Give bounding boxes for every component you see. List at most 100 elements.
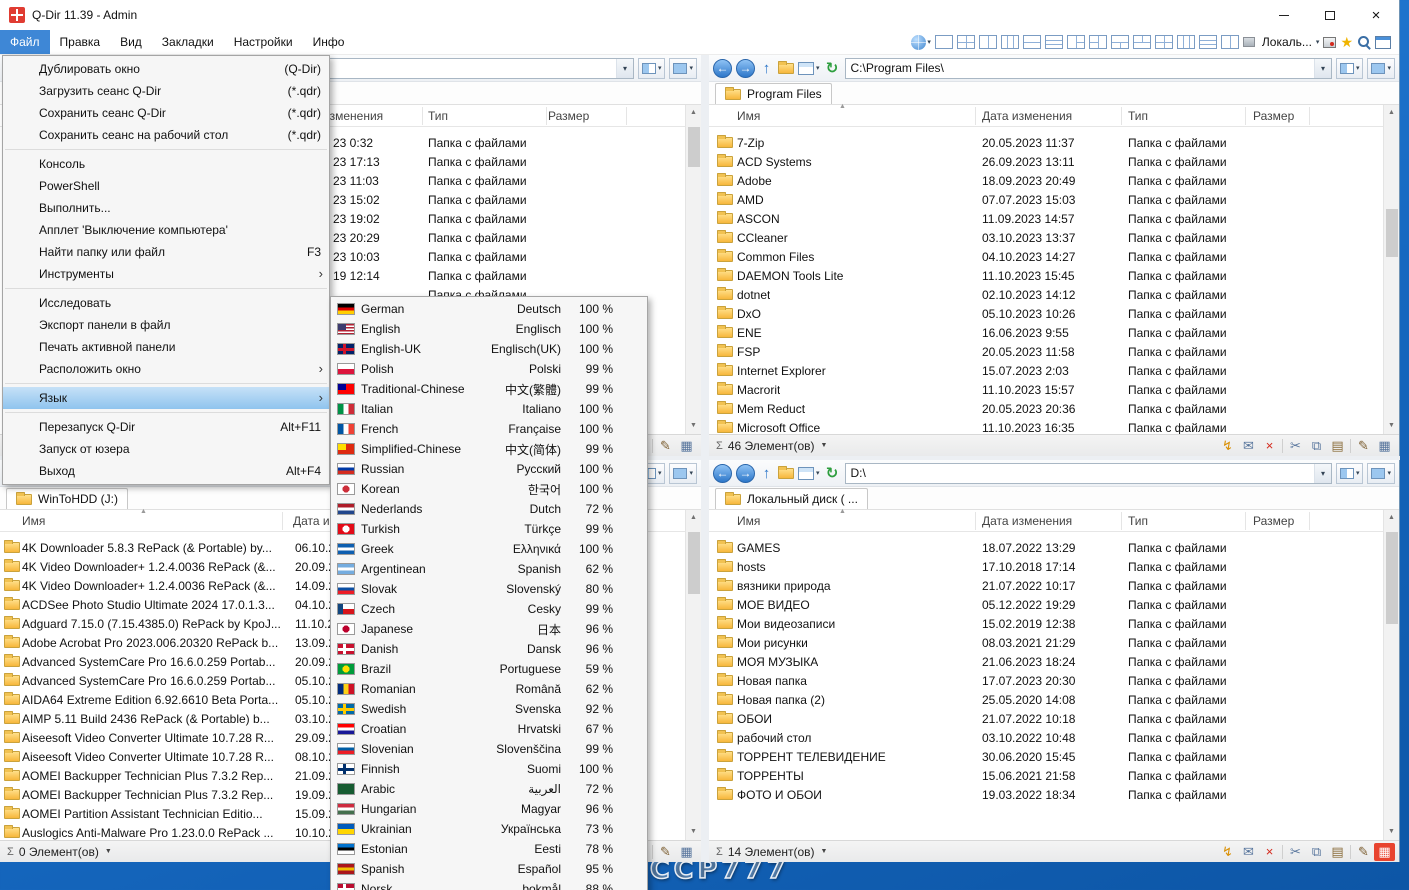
file-row[interactable]: Новая папка 17.07.2023 20:30 Папка с файла… — [709, 671, 1383, 690]
file-menu-item[interactable]: Исследовать — [3, 292, 329, 314]
language-menu-item[interactable]: Japanese 日本 96 % — [331, 619, 647, 639]
layout-three-rows-icon[interactable] — [1044, 35, 1063, 49]
layout-quad-icon[interactable] — [956, 35, 975, 49]
locale-dropdown[interactable]: Локаль... ▾ — [1259, 35, 1320, 49]
column-divider[interactable] — [1245, 107, 1246, 125]
minimize-button[interactable] — [1261, 0, 1307, 30]
menubar-item-Файл[interactable]: Файл — [0, 30, 50, 54]
status-mail-icon[interactable]: ✉ — [1238, 843, 1259, 861]
file-menu-item[interactable]: Язык › — [3, 387, 329, 409]
favorites-star-icon[interactable]: ★ — [1340, 35, 1353, 49]
file-row[interactable]: FSP 20.05.2023 11:58 Папка с файлами — [709, 342, 1383, 361]
language-menu-item[interactable]: Norsk bokmål 88 % — [331, 879, 647, 890]
panel-layout-button-2[interactable]: ▾ — [669, 462, 697, 484]
language-menu-item[interactable]: Slovak Slovenský 80 % — [331, 579, 647, 599]
file-row[interactable]: Mem Reduct 20.05.2023 20:36 Папка с файлам… — [709, 399, 1383, 418]
file-menu-item[interactable]: Найти папку или файл F3 — [3, 241, 329, 263]
file-row[interactable]: AMD 07.07.2023 15:03 Папка с файлами — [709, 190, 1383, 209]
panel-layout-button-1[interactable]: ▾ — [1335, 462, 1364, 484]
file-row[interactable]: ТОРРЕНТ ТЕЛЕВИДЕНИЕ 30.06.2020 15:45 Папка… — [709, 747, 1383, 766]
language-menu-item[interactable]: Hungarian Magyar 96 % — [331, 799, 647, 819]
file-menu-item[interactable]: Печать активной панели — [3, 336, 329, 358]
column-header[interactable]: Размер — [1253, 109, 1294, 123]
status-edit-icon[interactable]: ✎ — [1353, 437, 1374, 455]
language-menu-item[interactable]: Nederlands Dutch 72 % — [331, 499, 647, 519]
layout-left-main-icon[interactable] — [1066, 35, 1085, 49]
vertical-scrollbar[interactable]: ▲ ▼ — [685, 105, 701, 434]
status-paste-icon[interactable]: ▤ — [1327, 843, 1348, 861]
language-menu-item[interactable]: Argentinean Spanish 62 % — [331, 559, 647, 579]
column-divider[interactable] — [1245, 512, 1246, 530]
language-menu-item[interactable]: Turkish Türkçe 99 % — [331, 519, 647, 539]
status-cut-icon[interactable]: ✂ — [1285, 437, 1306, 455]
language-menu-item[interactable]: Greek Ελληνικά 100 % — [331, 539, 647, 559]
file-menu-item[interactable]: Инструменты › — [3, 263, 329, 285]
column-divider[interactable] — [1309, 107, 1310, 125]
status-delete-icon[interactable]: × — [1259, 843, 1280, 861]
locale-plug-icon[interactable] — [1242, 37, 1255, 47]
language-menu-item[interactable]: Polish Polski 99 % — [331, 359, 647, 379]
language-menu-item[interactable]: Danish Dansk 96 % — [331, 639, 647, 659]
file-row[interactable]: МОЕ ВИДЕО 05.12.2022 19:29 Папка с файлами — [709, 595, 1383, 614]
file-row[interactable]: Macrorit 11.10.2023 15:57 Папка с файлами — [709, 380, 1383, 399]
scroll-thumb[interactable] — [688, 532, 700, 594]
language-menu-item[interactable]: Croatian Hrvatski 67 % — [331, 719, 647, 739]
status-grid-icon[interactable]: ▦ — [676, 843, 697, 861]
file-menu-item[interactable]: Сохранить сеанс Q-Dir (*.qdr) — [3, 102, 329, 124]
file-menu-item[interactable]: Перезапуск Q-Dir Alt+F11 — [3, 416, 329, 438]
column-divider[interactable] — [1309, 512, 1310, 530]
file-row[interactable]: Adobe 18.09.2023 20:49 Папка с файлами — [709, 171, 1383, 190]
combo-dropdown-icon[interactable]: ▾ — [615, 58, 633, 78]
vertical-scrollbar[interactable]: ▲ ▼ — [1383, 105, 1399, 434]
language-menu-item[interactable]: Korean 한국어 100 % — [331, 479, 647, 499]
language-menu-item[interactable]: Slovenian Slovenščina 99 % — [331, 739, 647, 759]
language-menu-item[interactable]: Finnish Suomi 100 % — [331, 759, 647, 779]
column-header[interactable]: Дата изменения — [982, 109, 1072, 123]
language-menu-item[interactable]: Arabic العربية 72 % — [331, 779, 647, 799]
desktop-window-icon[interactable] — [1375, 35, 1391, 49]
file-row[interactable]: ФОТО И ОБОИ 19.03.2022 18:34 Папка с файла… — [709, 785, 1383, 804]
file-row[interactable]: ОБОИ 21.07.2022 10:18 Папка с файлами — [709, 709, 1383, 728]
file-menu-item[interactable]: Консоль — [3, 153, 329, 175]
magnifier-icon[interactable] — [1357, 35, 1371, 49]
maximize-button[interactable] — [1307, 0, 1353, 30]
file-row[interactable]: Common Files 04.10.2023 14:27 Папка с файл… — [709, 247, 1383, 266]
file-row[interactable]: ASCON 11.09.2023 14:57 Папка с файлами — [709, 209, 1383, 228]
status-delete-icon[interactable]: × — [1259, 437, 1280, 455]
language-menu-item[interactable]: English-UK Englisch(UK) 100 % — [331, 339, 647, 359]
scroll-down-icon[interactable]: ▼ — [686, 824, 701, 840]
file-row[interactable]: 7-Zip 20.05.2023 11:37 Папка с файлами — [709, 133, 1383, 152]
column-divider[interactable] — [975, 107, 976, 125]
status-copy-icon[interactable]: ⧉ — [1306, 843, 1327, 861]
scroll-up-icon[interactable]: ▲ — [1384, 105, 1399, 121]
file-menu-item[interactable]: Экспорт панели в файл — [3, 314, 329, 336]
language-menu-item[interactable]: Romanian Română 62 % — [331, 679, 647, 699]
views-button[interactable]: ▾ — [798, 466, 820, 480]
layout-three-cols-icon[interactable] — [1000, 35, 1019, 49]
file-row[interactable]: Новая папка (2) 25.05.2020 14:08 Папка с ф… — [709, 690, 1383, 709]
status-edit-icon[interactable]: ✎ — [655, 437, 676, 455]
menubar-item-Вид[interactable]: Вид — [110, 30, 152, 54]
layout-right-main-icon[interactable] — [1088, 35, 1107, 49]
panel-layout-button-2[interactable]: ▾ — [669, 57, 697, 79]
folder-shortcut-button[interactable] — [778, 60, 794, 74]
file-row[interactable]: dotnet 02.10.2023 14:12 Папка с файлами — [709, 285, 1383, 304]
file-row[interactable]: DxO 05.10.2023 10:26 Папка с файлами — [709, 304, 1383, 323]
folder-tab[interactable]: WinToHDD (J:) — [6, 488, 128, 509]
globe-icon[interactable]: ▾ — [911, 34, 931, 50]
language-menu-item[interactable]: Brazil Portuguese 59 % — [331, 659, 647, 679]
status-paste-icon[interactable]: ▤ — [1327, 437, 1348, 455]
status-grid-icon[interactable]: ▦ — [676, 437, 697, 455]
file-menu-item[interactable]: Апплет 'Выключение компьютера' — [3, 219, 329, 241]
layout-split-icon[interactable] — [1220, 35, 1239, 49]
layout-two-rows-icon[interactable] — [1022, 35, 1041, 49]
file-row[interactable]: Internet Explorer 15.07.2023 2:03 Папка с … — [709, 361, 1383, 380]
file-menu-item[interactable]: Загрузить сеанс Q-Dir (*.qdr) — [3, 80, 329, 102]
file-menu-item[interactable]: Сохранить сеанс на рабочий стол (*.qdr) — [3, 124, 329, 146]
back-button[interactable]: ← — [713, 58, 732, 78]
column-divider[interactable] — [546, 107, 547, 125]
up-button[interactable]: ↑ — [759, 465, 774, 482]
column-divider[interactable] — [626, 107, 627, 125]
count-dropdown-icon[interactable]: ▼ — [105, 848, 112, 855]
file-menu-item[interactable]: PowerShell — [3, 175, 329, 197]
